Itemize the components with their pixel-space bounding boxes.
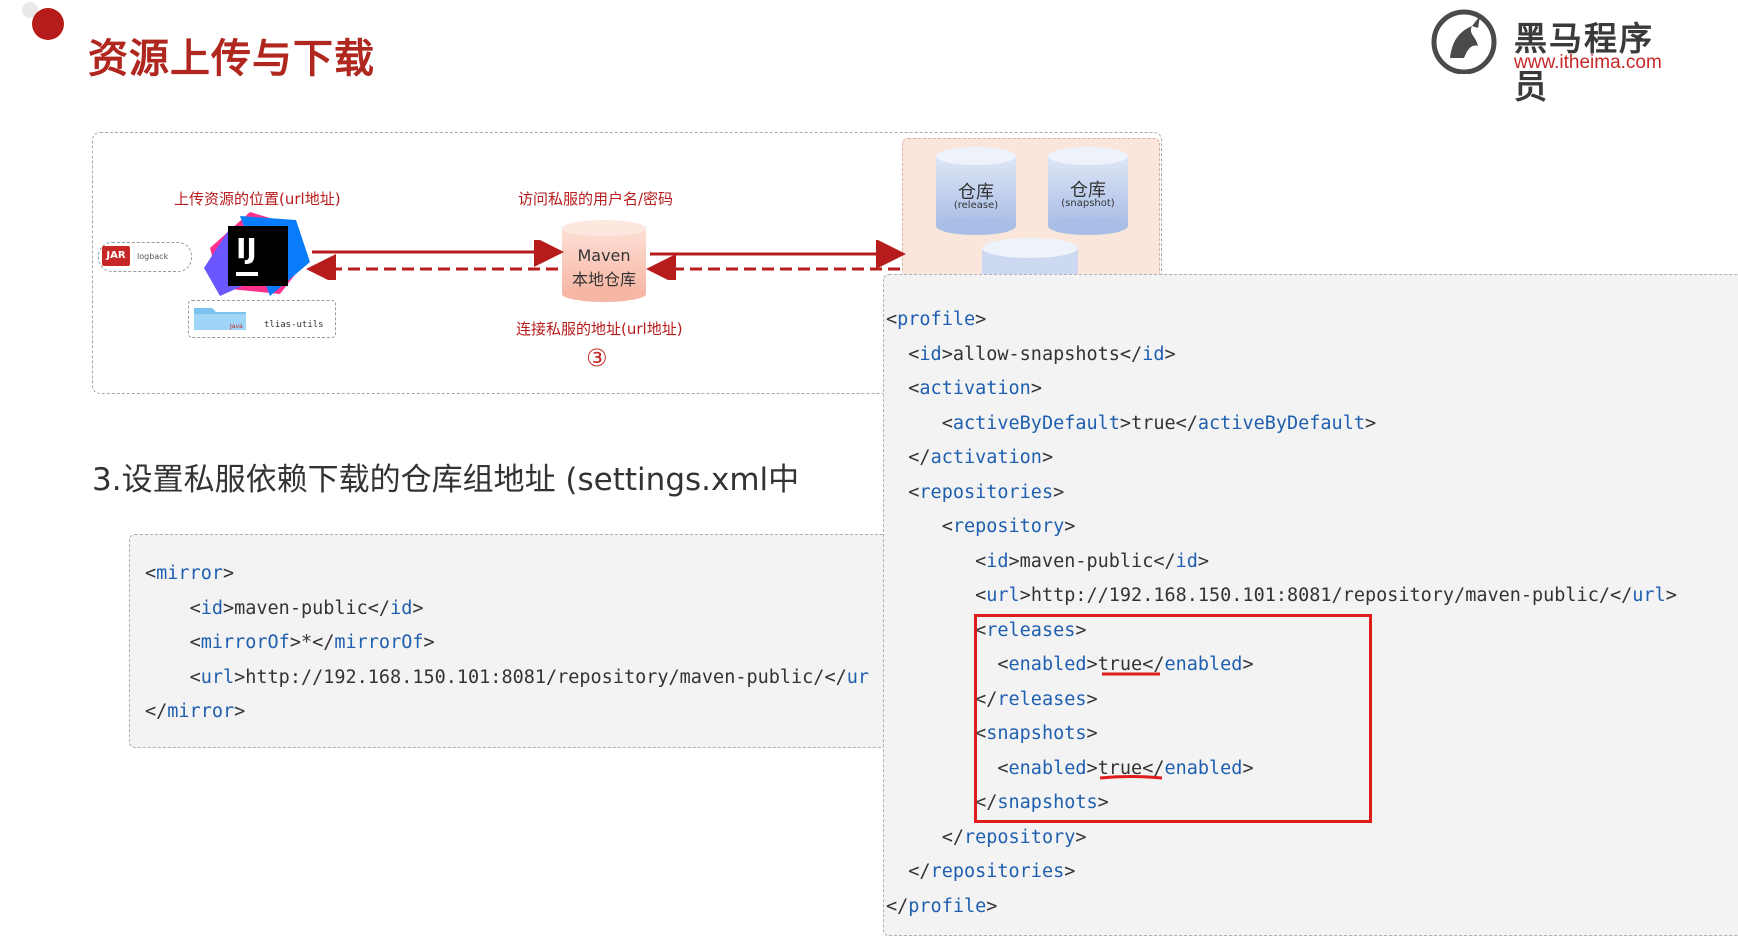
horse-logo-icon <box>1431 9 1497 74</box>
code-line: <mirrorOf>*</mirrorOf> <box>189 632 435 653</box>
intellij-logo-icon: IJ <box>204 212 310 296</box>
code-line: <mirror> <box>145 563 235 584</box>
code-line: </activation> <box>908 447 1054 468</box>
code-line: <profile> <box>886 309 987 330</box>
code-line: </repositories> <box>908 861 1076 882</box>
code-line: <id>allow-snapshots</id> <box>908 343 1176 365</box>
code-line: <activeByDefault>true</activeByDefault> <box>941 412 1377 434</box>
module-label: tlias-utils <box>264 320 324 330</box>
ide-logo-text: IJ <box>236 232 257 265</box>
decor-dot-red <box>32 8 64 40</box>
true-underline-2 <box>1100 775 1162 780</box>
code-line: <activation> <box>908 378 1042 399</box>
repo-snapshot-subtitle: (snapshot) <box>1061 198 1115 209</box>
folder-icon: Java <box>194 308 246 330</box>
logo-website: www.itheima.com <box>1514 52 1662 73</box>
flow-arrows <box>306 240 906 280</box>
jar-label: logback <box>137 252 169 261</box>
code-line: <repositories> <box>908 481 1065 503</box>
code-line: </profile> <box>886 895 998 917</box>
page-title: 资源上传与下载 <box>88 36 375 82</box>
brand-logo: 黑马程序员 www.itheima.com <box>1428 6 1688 106</box>
mirror-code: <mirror> <id>maven-public</id> <mirrorOf… <box>145 557 869 730</box>
connect-url-label: 连接私服的地址(url地址) <box>516 320 683 338</box>
code-line: </mirror> <box>145 701 246 722</box>
true-underline-1 <box>1102 672 1160 676</box>
step3-heading: 3.设置私服依赖下载的仓库组地址 (settings.xml中 <box>92 462 800 498</box>
repo-group-cylinder <box>982 238 1078 276</box>
repo-release-subtitle: (release) <box>953 200 999 211</box>
code-line: <id>maven-public</id> <box>189 597 424 619</box>
step-marker: ③ <box>586 344 608 372</box>
code-line: <url>http://192.168.150.101:8081/reposit… <box>975 585 1677 606</box>
upload-location-label: 上传资源的位置(url地址) <box>174 190 341 208</box>
code-line: <repository> <box>941 516 1076 537</box>
code-line: </repository> <box>941 826 1087 848</box>
releases-snapshots-highlight <box>974 614 1372 823</box>
code-line: <url>http://192.168.150.101:8081/reposit… <box>189 666 870 688</box>
credentials-label: 访问私服的用户名/密码 <box>518 190 674 208</box>
jar-file-icon: JAR <box>102 246 130 266</box>
folder-icon-text: Java <box>229 323 243 330</box>
code-line: <id>maven-public</id> <box>975 550 1210 572</box>
